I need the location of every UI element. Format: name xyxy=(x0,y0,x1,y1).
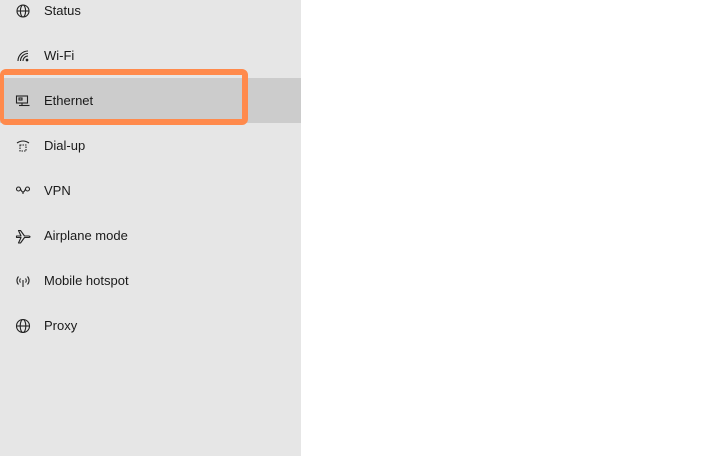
sidebar-item-wifi[interactable]: Wi-Fi xyxy=(0,33,301,78)
vpn-icon xyxy=(14,182,32,200)
sidebar-item-label: Status xyxy=(44,3,81,18)
hotspot-icon xyxy=(14,272,32,290)
sidebar-item-proxy[interactable]: Proxy xyxy=(0,303,301,348)
sidebar-item-label: Ethernet xyxy=(44,93,94,108)
network-sidebar: Status Wi-Fi Ethernet Dial-up VPN Airpla… xyxy=(0,0,301,456)
sidebar-item-label: Mobile hotspot xyxy=(44,273,129,288)
sidebar-item-label: Dial-up xyxy=(44,138,86,153)
sidebar-item-label: VPN xyxy=(44,183,71,198)
airplane-icon xyxy=(14,227,32,245)
sidebar-item-airplane-mode[interactable]: Airplane mode xyxy=(0,213,301,258)
content-pane xyxy=(301,0,704,456)
ethernet-icon xyxy=(14,92,32,110)
dialup-icon xyxy=(14,137,32,155)
sidebar-item-label: Airplane mode xyxy=(44,228,128,243)
globe-status-icon xyxy=(14,2,32,20)
sidebar-item-dialup[interactable]: Dial-up xyxy=(0,123,301,168)
sidebar-item-mobile-hotspot[interactable]: Mobile hotspot xyxy=(0,258,301,303)
sidebar-item-label: Proxy xyxy=(44,318,78,333)
sidebar-item-ethernet[interactable]: Ethernet xyxy=(0,78,301,123)
settings-window: Status Wi-Fi Ethernet Dial-up VPN Airpla… xyxy=(0,0,704,456)
sidebar-item-label: Wi-Fi xyxy=(44,48,75,63)
sidebar-item-status[interactable]: Status xyxy=(0,0,301,33)
globe-icon xyxy=(14,317,32,335)
wifi-icon xyxy=(14,47,32,65)
sidebar-item-vpn[interactable]: VPN xyxy=(0,168,301,213)
